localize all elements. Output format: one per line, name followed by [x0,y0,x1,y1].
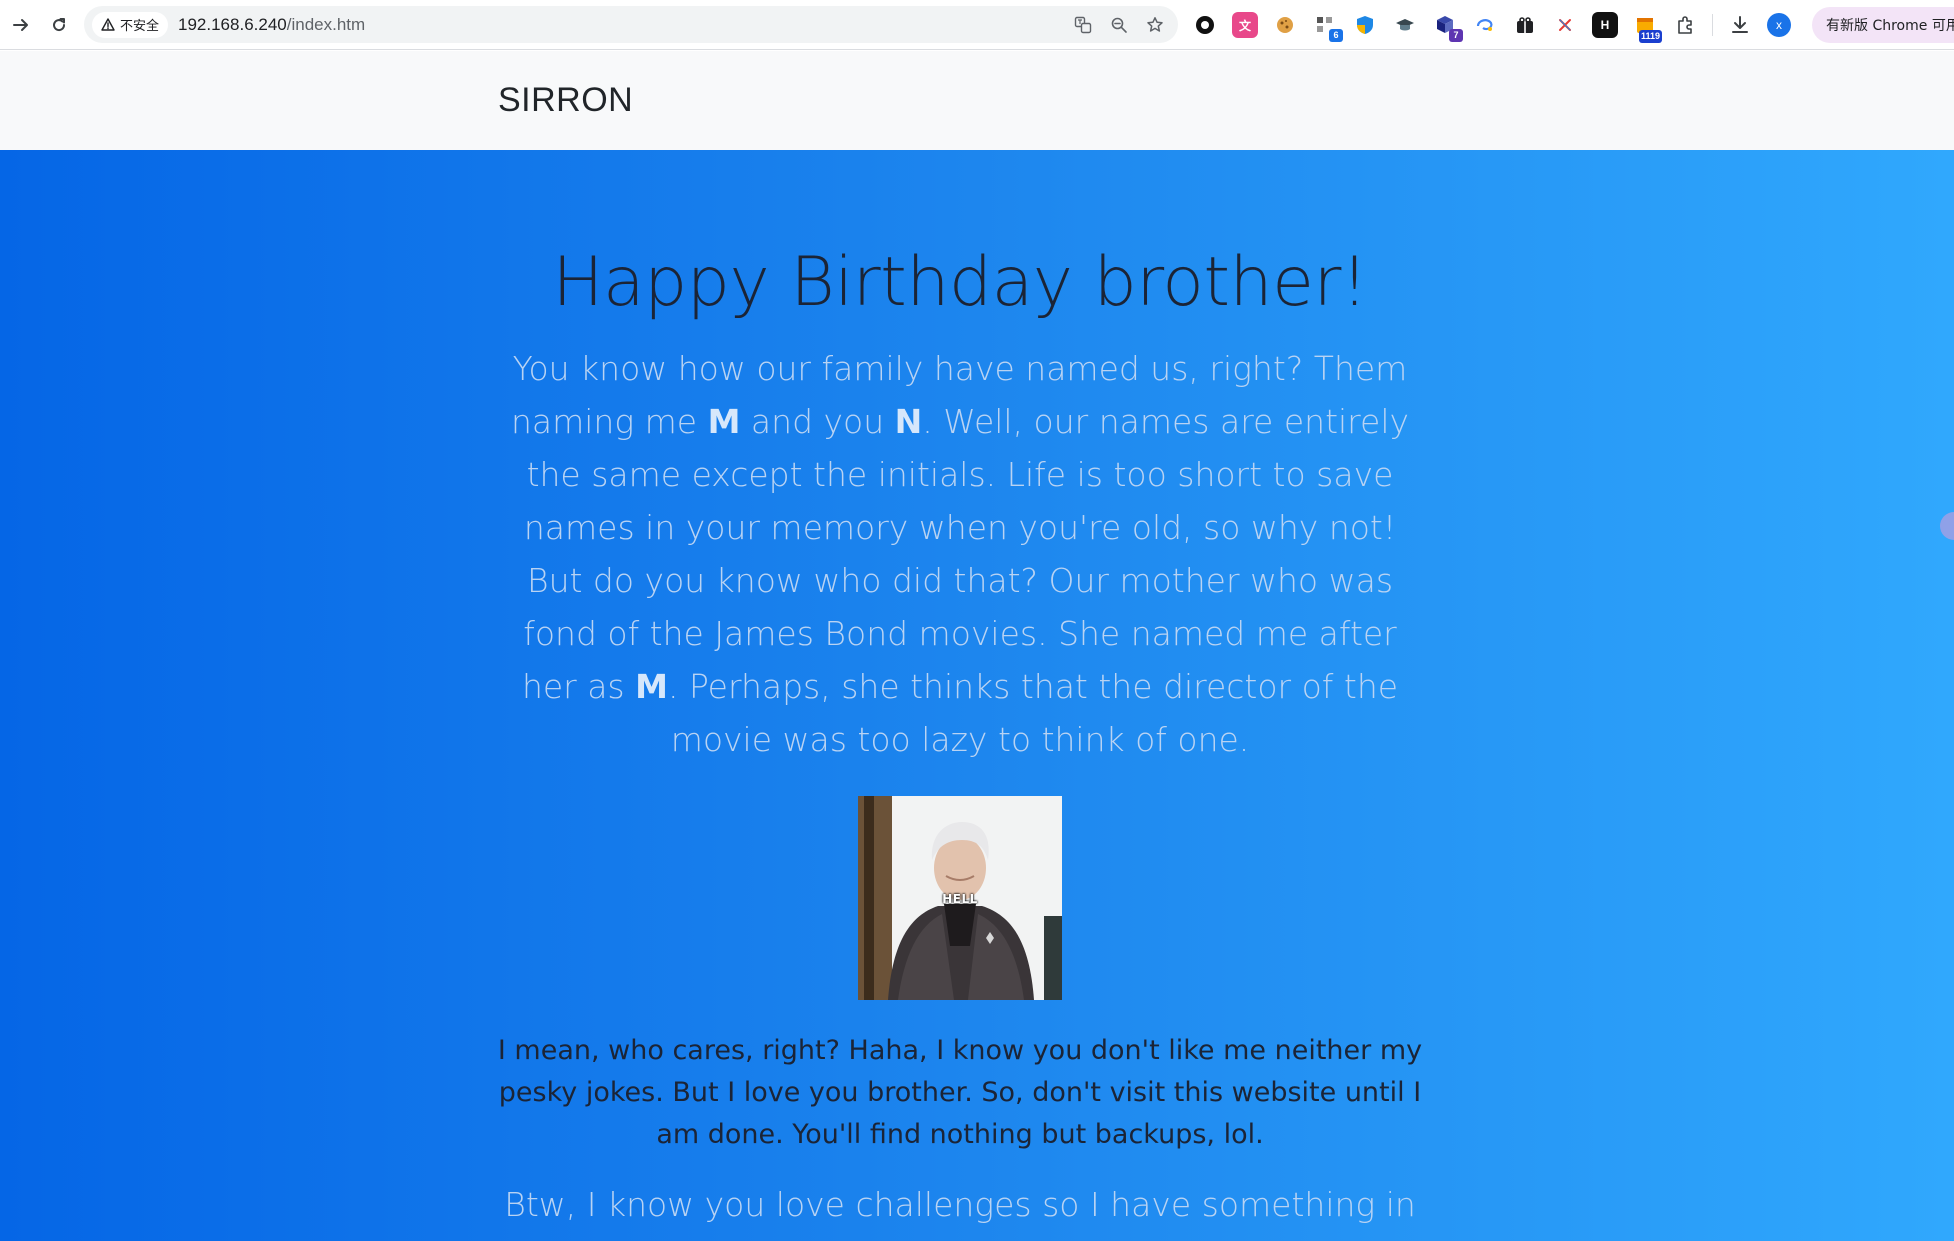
security-label: 不安全 [120,19,160,34]
lead-bold-m: M [707,402,741,441]
security-chip[interactable]: 不安全 [92,11,169,38]
extension-cube-icon[interactable]: 7 [1432,12,1463,42]
image-caption: HELL [942,892,978,906]
extension-shield-icon[interactable] [1352,12,1378,38]
extension-grid-icon[interactable]: 6 [1312,12,1343,42]
translate-icon[interactable] [1074,16,1092,34]
closing-lead-paragraph: Btw, I know you love challenges so I hav… [504,1185,1416,1241]
lead-text-2: and you [740,402,895,441]
browser-toolbar: 不安全 192.168.6.240/index.htm 文 6 7 H 1119… [0,0,1954,50]
lead-text-4: . Perhaps, she thinks that the director … [667,667,1399,759]
toolbar-separator [1712,14,1713,36]
page-title: Happy Birthday brother! [552,243,1368,322]
hero-image: HELL [858,796,1062,1000]
lead-bold-m-2: M [635,667,668,706]
omnibox-actions [1074,6,1164,43]
url-path: /index.htm [286,14,366,34]
hero-section: Happy Birthday brother! You know how our… [0,150,1954,1241]
bookmark-star-icon[interactable] [1146,16,1164,34]
url-host: 192.168.6.240 [178,14,287,34]
downloads-icon[interactable] [1727,12,1753,38]
extension-graduation-cap-icon[interactable] [1392,12,1418,38]
site-navbar: SIRRON [0,51,1954,150]
arrow-right-icon [13,18,28,31]
body-paragraph: I mean, who cares, right? Haha, I know y… [497,1035,1423,1150]
zoom-icon[interactable] [1110,16,1128,34]
url-text[interactable]: 192.168.6.240/index.htm [178,15,365,35]
address-bar[interactable]: 不安全 192.168.6.240/index.htm [84,6,1178,43]
extension-translate-icon[interactable]: 文 [1232,12,1258,38]
extension-calendar-icon[interactable]: 1119 [1632,12,1662,43]
reload-icon [53,17,66,31]
extension-badge: 1119 [1638,30,1662,43]
chrome-update-label: 有新版 Chrome 可用 [1826,18,1954,34]
extensions-area: 文 6 7 H 1119 x [1192,8,1791,43]
reload-button[interactable] [42,8,76,42]
lead-bold-n: N [894,402,923,441]
extension-gift-icon[interactable] [1512,12,1538,38]
hero-container: Happy Birthday brother! You know how our… [492,150,1428,1241]
extension-h-icon[interactable]: H [1592,12,1618,38]
extension-cross-icon[interactable] [1552,12,1578,38]
chrome-update-button[interactable]: 有新版 Chrome 可用 [1812,7,1954,43]
navbar-brand[interactable]: SIRRON [498,81,633,120]
forward-button[interactable] [4,8,38,42]
warning-icon [101,18,115,31]
profile-avatar[interactable]: x [1767,13,1791,37]
extension-circle-icon[interactable] [1192,12,1218,38]
extension-cookie-icon[interactable] [1272,12,1298,38]
extension-badge: 6 [1329,29,1343,42]
lead-text-3: . Well, our names are entirely the same … [521,402,1410,706]
extension-badge: 7 [1449,29,1463,42]
extension-swirl-icon[interactable] [1472,12,1498,38]
lead-paragraph: You know how our family have named us, r… [492,342,1428,766]
extensions-puzzle-icon[interactable] [1672,12,1698,38]
side-panel-handle[interactable] [1940,512,1954,540]
